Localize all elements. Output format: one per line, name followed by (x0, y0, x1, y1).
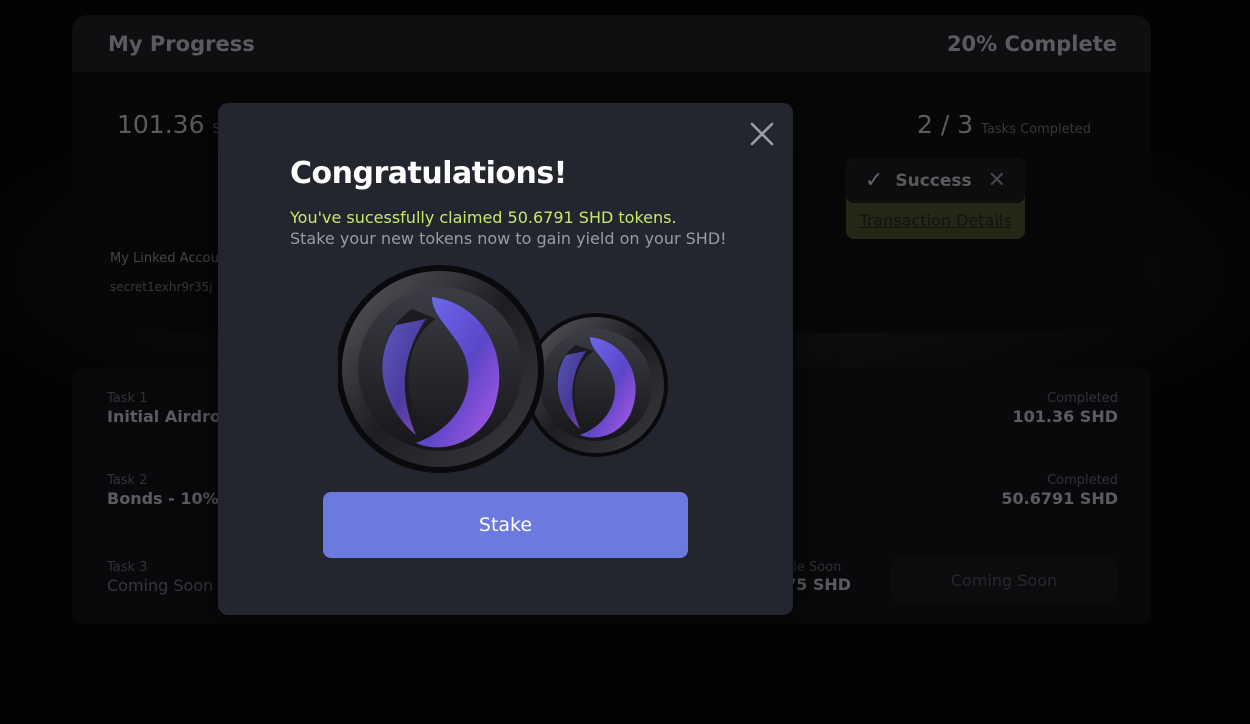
shd-coins-icon (338, 265, 668, 473)
claimed-message: You've sucessfully claimed 50.6791 SHD t… (290, 208, 677, 227)
small-coin (524, 313, 668, 457)
stake-message: Stake your new tokens now to gain yield … (290, 229, 727, 248)
stake-button[interactable]: Stake (323, 492, 688, 558)
close-icon[interactable] (747, 119, 777, 149)
congratulations-modal: Congratulations! You've sucessfully clai… (218, 103, 793, 615)
modal-title: Congratulations! (290, 156, 567, 191)
large-coin (338, 265, 544, 473)
